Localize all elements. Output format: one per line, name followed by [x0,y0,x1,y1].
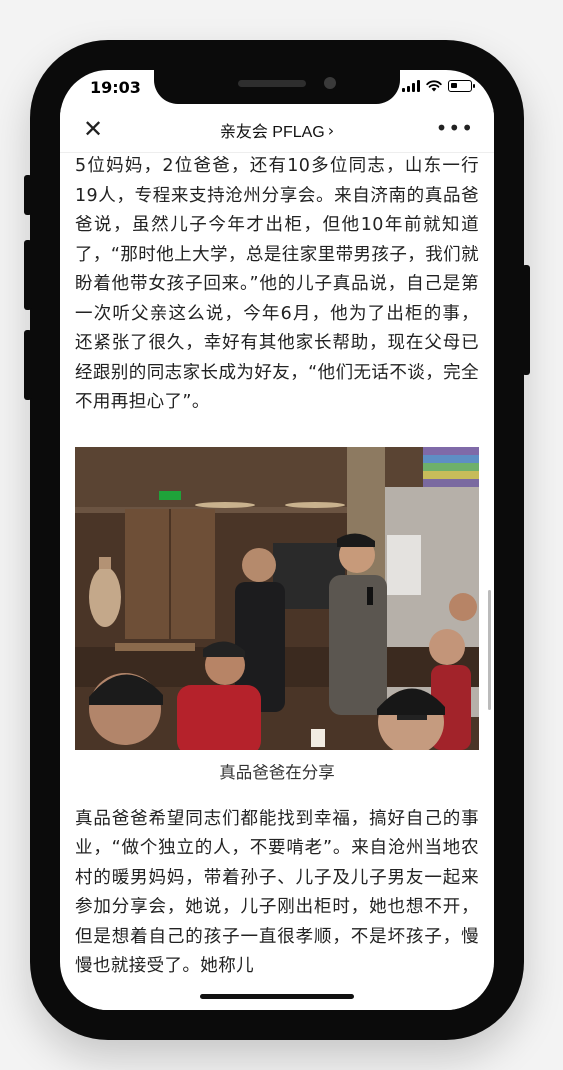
photo-caption: 真品爸爸在分享 [219,762,335,782]
status-time: 19:03 [90,78,141,97]
chevron-right-icon[interactable]: › [328,121,334,140]
screen: 19:03 ✕ 亲友会 PFLAG › ••• 5位妈妈，2位爸爸，还有10多位… [60,70,494,1010]
home-indicator[interactable] [200,994,354,999]
signal-icon [402,80,420,92]
article-content: 5位妈妈，2位爸爸，还有10多位同志，山东一行19人，专程来支持沧州分享会。来自… [75,152,479,982]
phone-frame: 19:03 ✕ 亲友会 PFLAG › ••• 5位妈妈，2位爸爸，还有10多位… [24,40,530,1040]
close-icon[interactable]: ✕ [80,116,106,142]
nav-bar: ✕ 亲友会 PFLAG › ••• [60,108,494,153]
speaker [238,80,306,87]
article-paragraph-2: 真品爸爸希望同志们都能找到幸福，搞好自己的事业，“做个独立的人，不要啃老”。来自… [75,808,479,977]
more-icon[interactable]: ••• [436,118,474,138]
photo-image [75,446,479,750]
wifi-icon [426,80,442,92]
scrollbar[interactable] [488,590,491,710]
power-button [522,265,530,375]
front-camera [324,77,336,89]
volume-up-button [24,240,32,310]
status-icons [402,80,475,92]
screen-bottom-edge [60,998,494,1010]
battery-icon [448,80,475,92]
notch [154,70,400,104]
event-photo[interactable] [75,446,479,750]
volume-down-button [24,330,32,400]
account-title[interactable]: 亲友会 PFLAG [220,118,325,142]
mute-switch [24,175,32,215]
article-paragraph-1: 5位妈妈，2位爸爸，还有10多位同志，山东一行19人，专程来支持沧州分享会。来自… [75,156,479,412]
